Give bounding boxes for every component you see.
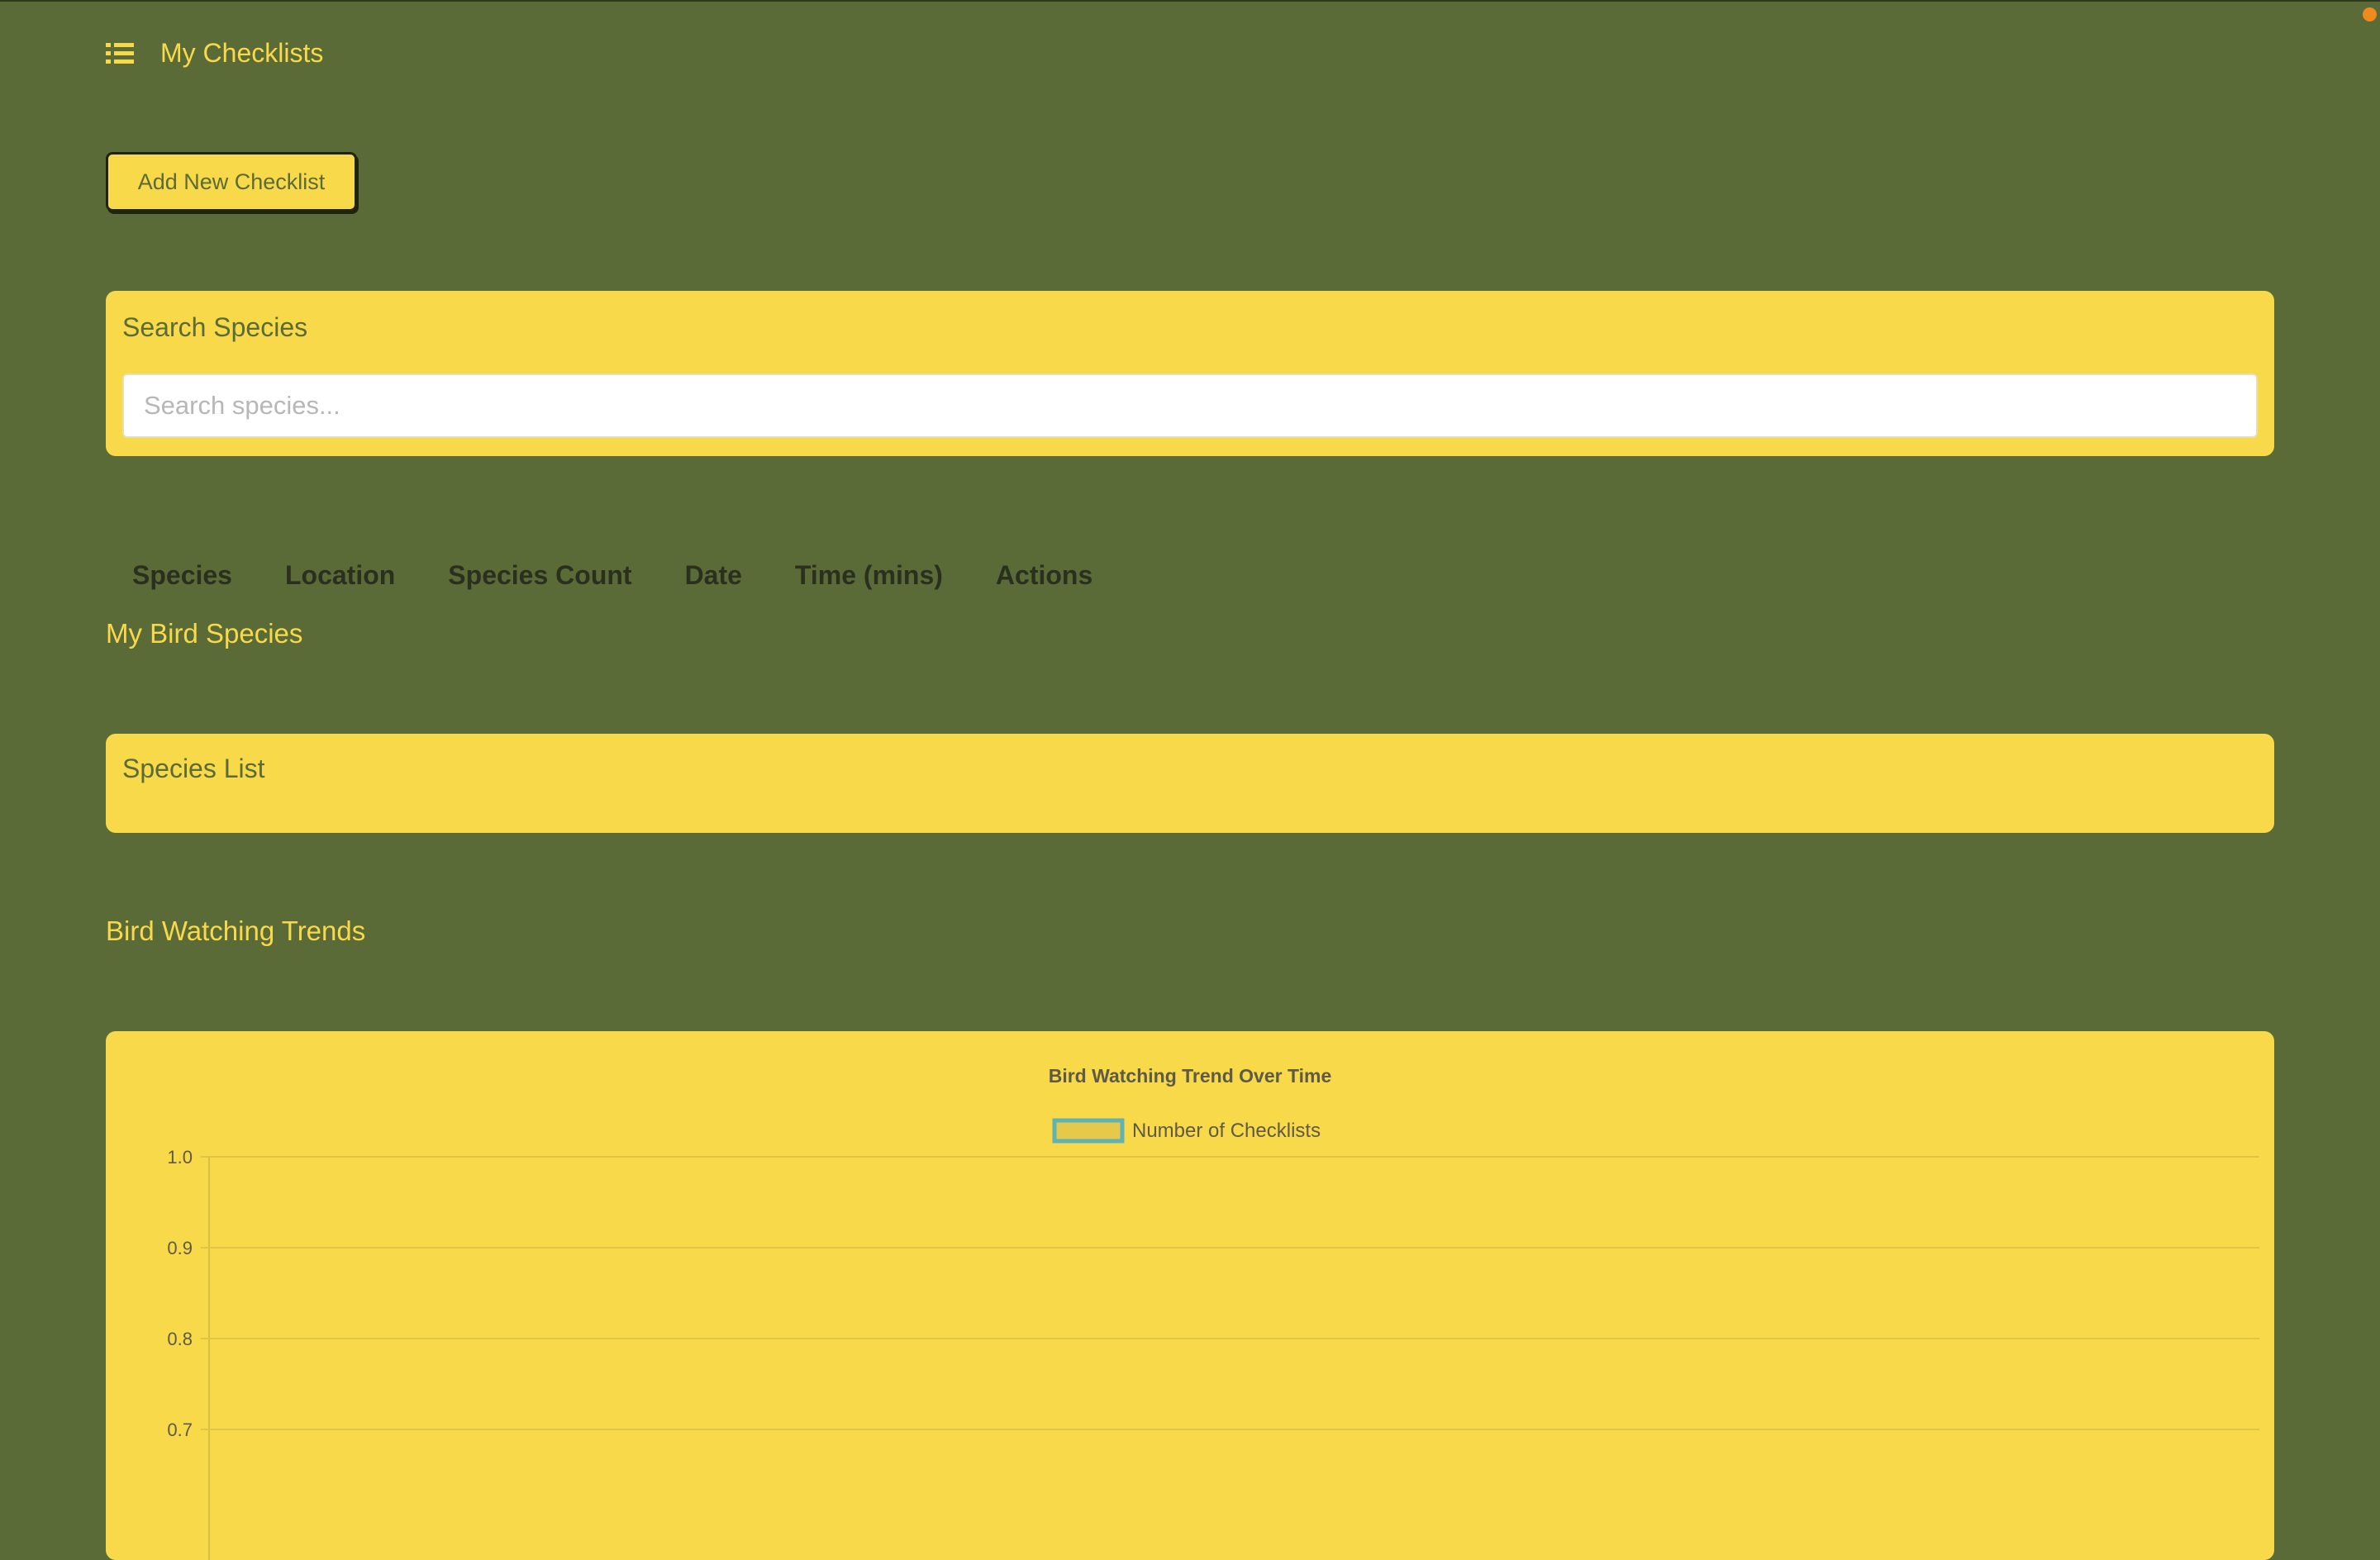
y-tick-label: 0.9: [167, 1238, 193, 1258]
y-tick-label: 0.8: [167, 1329, 193, 1349]
column-header-species-count[interactable]: Species Count: [448, 560, 631, 591]
checklist-table-header: Species Location Species Count Date Time…: [132, 557, 1092, 593]
species-section-heading: My Bird Species: [106, 618, 303, 649]
y-tick-label: 0.7: [167, 1420, 193, 1440]
window-top-border: [0, 0, 2380, 2]
legend-label[interactable]: Number of Checklists: [1132, 1120, 1321, 1142]
list-icon[interactable]: [106, 41, 134, 64]
column-header-actions: Actions: [995, 559, 1093, 590]
species-list-card: Species List: [106, 734, 2274, 833]
column-header-location[interactable]: Location: [285, 560, 395, 591]
chart-title: Bird Watching Trend Over Time: [1049, 1065, 1332, 1087]
column-header-time[interactable]: Time (mins): [795, 560, 943, 591]
y-axis: 1.0 0.9 0.8 0.7: [167, 1147, 2259, 1560]
trend-chart: Bird Watching Trend Over Time Number of …: [167, 1065, 2259, 1560]
species-list-title: Species List: [122, 754, 265, 783]
column-header-date[interactable]: Date: [685, 560, 742, 591]
nav-title[interactable]: My Checklists: [160, 38, 323, 69]
search-card-title: Search Species: [122, 312, 308, 342]
search-input[interactable]: [122, 373, 2258, 438]
trends-section-heading: Bird Watching Trends: [106, 916, 366, 946]
trend-chart-card: Bird Watching Trend Over Time Number of …: [106, 1031, 2274, 1560]
add-checklist-button[interactable]: Add New Checklist: [106, 152, 357, 212]
y-tick-label: 1.0: [167, 1147, 193, 1168]
notification-dot: [2363, 7, 2377, 21]
legend-swatch[interactable]: [1052, 1118, 1125, 1144]
column-header-species[interactable]: Species: [132, 560, 232, 591]
navbar: My Checklists: [106, 36, 323, 69]
search-card: Search Species: [106, 291, 2274, 456]
